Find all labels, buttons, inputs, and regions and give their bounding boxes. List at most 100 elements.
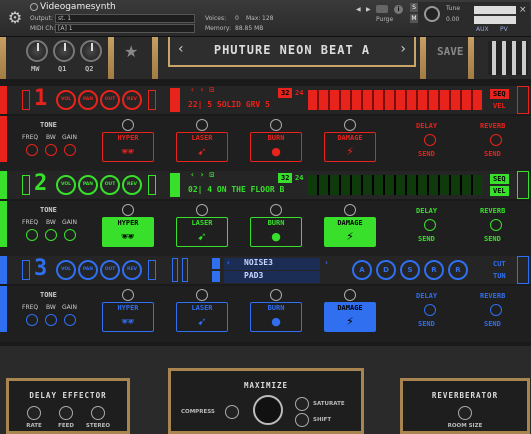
channel-1-steps-value[interactable]: 32 [278,88,293,98]
pv-button[interactable]: PV [500,26,508,33]
channel-3-osc-next[interactable]: › [324,258,329,267]
channel-1-laser-knob[interactable] [196,119,208,131]
channel-3-rev-knob[interactable]: REV [122,260,142,280]
channel-1-kit-name[interactable]: 22| 5 SOLID GRV 5 [188,100,270,109]
channel-3-pan-knob[interactable]: PAN [78,260,98,280]
mw-knob[interactable] [26,40,48,62]
channel-3-osc2-icon[interactable] [212,271,220,282]
channel-2-hyper-knob[interactable] [122,204,134,216]
channel-3-damage-knob[interactable] [344,289,356,301]
maximize-main-knob[interactable] [253,395,283,425]
purge-button[interactable]: Purge [376,16,393,23]
channel-2-seq-button[interactable]: SEQ [490,174,509,184]
max-value[interactable]: 128 [262,15,273,22]
channel-2-prev-icon[interactable]: ‹ › ⊡ [190,170,214,179]
channel-3-sustain-knob[interactable]: S [400,260,420,280]
next-instrument-icon[interactable]: ▶ [366,6,371,13]
channel-1-swing-value[interactable]: 24 [292,88,306,98]
info-icon[interactable]: i [394,5,403,14]
channel-2-mute-button[interactable] [22,175,30,195]
instrument-name[interactable]: Videogamesynth [40,2,116,12]
delay-rate-knob[interactable] [27,406,41,420]
channel-3-seq-side[interactable] [517,256,529,284]
channel-2-steps-value[interactable]: 32 [278,173,293,183]
channel-2-rev-knob[interactable]: REV [122,175,142,195]
channel-3-reverb-send-knob[interactable] [490,304,502,316]
channel-3-osc1-select[interactable]: NOISE3 [224,258,320,270]
channel-3-hyper-knob[interactable] [122,289,134,301]
channel-1-pan-knob[interactable]: PAN [78,90,98,110]
save-button[interactable]: SAVE [437,45,464,58]
shift-knob[interactable] [295,413,309,427]
channel-2-seq-side[interactable] [517,171,529,199]
channel-3-tab-b[interactable] [182,258,188,282]
q2-knob[interactable] [80,40,102,62]
channel-1-rev-knob[interactable]: REV [122,90,142,110]
channel-1-burn-button[interactable]: ● [250,132,302,162]
channel-1-tab[interactable] [170,88,180,112]
output-select[interactable]: st. 1 [55,14,195,23]
channel-1-damage-knob[interactable] [344,119,356,131]
channel-1-vol-knob[interactable]: VOL [56,90,76,110]
channel-2-laser-knob[interactable] [196,204,208,216]
camera-icon[interactable] [376,5,388,13]
delay-stereo-knob[interactable] [91,406,105,420]
channel-1-reverb-send-knob[interactable] [490,134,502,146]
channel-1-mute-button[interactable] [22,90,30,110]
channel-2-kit-name[interactable]: 02| 4 ON THE FLOOR B [188,185,284,194]
channel-3-laser-knob[interactable] [196,289,208,301]
tune-knob[interactable] [424,6,440,22]
prev-instrument-icon[interactable]: ◀ [356,6,361,13]
channel-2-freq-knob[interactable] [26,229,38,241]
channel-3-freq-knob[interactable] [26,314,38,326]
channel-2-tab[interactable] [170,173,180,197]
channel-1-freq-knob[interactable] [26,144,38,156]
channel-1-burn-knob[interactable] [270,119,282,131]
channel-3-burn-knob[interactable] [270,289,282,301]
preset-name[interactable]: PHUTURE NEON BEAT A [170,43,414,57]
channel-1-vel-button[interactable]: VEL [490,101,509,111]
channel-3-mute-button[interactable] [22,260,30,280]
channel-3-tun-button[interactable]: TUN [490,271,509,281]
channel-1-seq-side[interactable] [517,86,529,114]
midi-select[interactable]: [A] 1 [55,24,195,33]
channel-3-out-knob[interactable]: OUT [100,260,120,280]
wrench-icon[interactable] [30,3,38,11]
saturate-knob[interactable] [295,397,309,411]
channel-3-attack-knob[interactable]: A [352,260,372,280]
channel-1-prev-icon[interactable]: ‹ › ⊡ [190,85,214,94]
channel-1-bw-knob[interactable] [45,144,57,156]
channel-3-bw-knob[interactable] [45,314,57,326]
channel-3-osc-arrows[interactable]: ‹ [226,258,231,267]
next-preset-arrow[interactable]: › [400,41,406,57]
channel-3-osc2-select[interactable]: PAD3 [224,271,320,283]
favorite-star-icon[interactable]: ★ [124,42,138,61]
channel-2-step-sequencer[interactable] [308,175,482,195]
channel-1-laser-button[interactable]: ➹ [176,132,228,162]
channel-3-cut-button[interactable]: CUT [490,259,509,269]
compress-knob[interactable] [225,405,239,419]
solo-button[interactable]: S [410,3,418,12]
channel-1-hyper-knob[interactable] [122,119,134,131]
channel-3-vol-knob[interactable]: VOL [56,260,76,280]
channel-3-gain-knob[interactable] [64,314,76,326]
channel-3-release-knob[interactable]: R [424,260,444,280]
delay-feed-knob[interactable] [59,406,73,420]
channel-2-reverb-send-knob[interactable] [490,219,502,231]
channel-1-damage-button[interactable]: ⚡ [324,132,376,162]
volume-meter[interactable] [474,6,516,24]
channel-2-burn-knob[interactable] [270,204,282,216]
room-size-knob[interactable] [458,406,472,420]
channel-2-swing-value[interactable]: 24 [292,173,306,183]
mute-button[interactable]: M [410,14,418,23]
channel-1-out-knob[interactable]: OUT [100,90,120,110]
channel-2-out-knob[interactable]: OUT [100,175,120,195]
channel-3-res-knob[interactable]: R [448,260,468,280]
channel-1-delay-send-knob[interactable] [424,134,436,146]
channel-3-tab[interactable] [172,258,178,282]
channel-2-pan-knob[interactable]: PAN [78,175,98,195]
channel-1-hyper-button[interactable]: 🕶 [102,132,154,162]
q1-knob[interactable] [53,40,75,62]
channel-1-step-sequencer[interactable] [308,90,482,110]
channel-2-damage-knob[interactable] [344,204,356,216]
